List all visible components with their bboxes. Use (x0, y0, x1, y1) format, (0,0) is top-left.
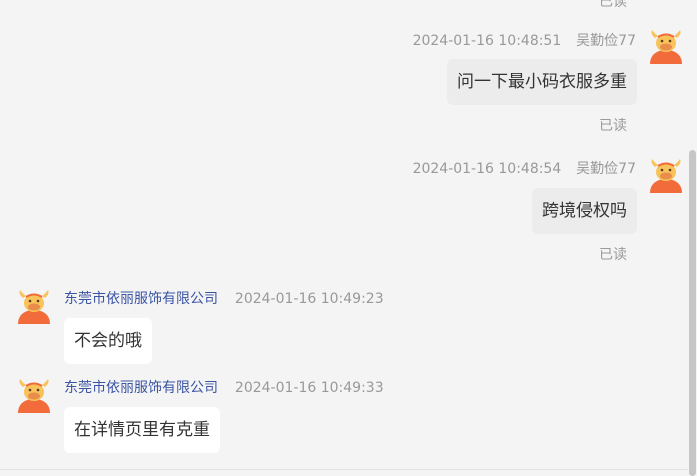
message-meta: 2024-01-16 10:48:51 吴勤俭77 (413, 30, 636, 50)
message-meta: 东莞市依丽服饰有限公司 2024-01-16 10:49:33 (64, 377, 384, 397)
chat-message-list[interactable]: 已读 2024-01-16 10:48:51 吴勤俭77 问一下最小码衣服多重 … (0, 0, 697, 476)
input-area-divider (0, 469, 688, 470)
message-meta: 东莞市依丽服饰有限公司 2024-01-16 10:49:23 (64, 288, 384, 308)
outgoing-message: 2024-01-16 10:48:51 吴勤俭77 问一下最小码衣服多重 已读 (0, 0, 697, 140)
message-bubble[interactable]: 问一下最小码衣服多重 (447, 59, 637, 105)
sender-name: 吴勤俭77 (576, 33, 636, 49)
sender-name: 吴勤俭77 (576, 161, 636, 177)
scrollbar-track[interactable] (688, 0, 697, 476)
message-time: 2024-01-16 10:49:33 (234, 380, 384, 396)
contact-avatar[interactable] (16, 288, 52, 324)
sender-name[interactable]: 东莞市依丽服饰有限公司 (64, 291, 218, 307)
message-time: 2024-01-16 10:48:54 (412, 161, 562, 177)
incoming-message: 东莞市依丽服饰有限公司 2024-01-16 10:49:23 不会的哦 (0, 287, 688, 377)
cartoon-cow-avatar-icon (18, 379, 50, 413)
message-bubble[interactable]: 在详情页里有克重 (64, 407, 220, 453)
contact-avatar[interactable] (16, 377, 52, 413)
message-meta: 2024-01-16 10:48:54 吴勤俭77 (413, 158, 636, 178)
sender-name[interactable]: 东莞市依丽服饰有限公司 (64, 380, 218, 396)
user-avatar[interactable] (648, 28, 684, 64)
user-avatar[interactable] (648, 157, 684, 193)
read-receipt: 已读 (599, 247, 627, 263)
message-time: 2024-01-16 10:48:51 (412, 33, 562, 49)
incoming-message: 东莞市依丽服饰有限公司 2024-01-16 10:49:33 在详情页里有克重 (0, 376, 688, 466)
message-bubble[interactable]: 跨境侵权吗 (532, 188, 637, 234)
scrollbar-thumb[interactable] (689, 150, 696, 476)
cartoon-cow-avatar-icon (650, 30, 682, 64)
cartoon-cow-avatar-icon (18, 290, 50, 324)
outgoing-message: 2024-01-16 10:48:54 吴勤俭77 跨境侵权吗 已读 (0, 129, 697, 269)
message-time: 2024-01-16 10:49:23 (234, 291, 384, 307)
cartoon-cow-avatar-icon (650, 159, 682, 193)
message-bubble[interactable]: 不会的哦 (64, 318, 152, 364)
